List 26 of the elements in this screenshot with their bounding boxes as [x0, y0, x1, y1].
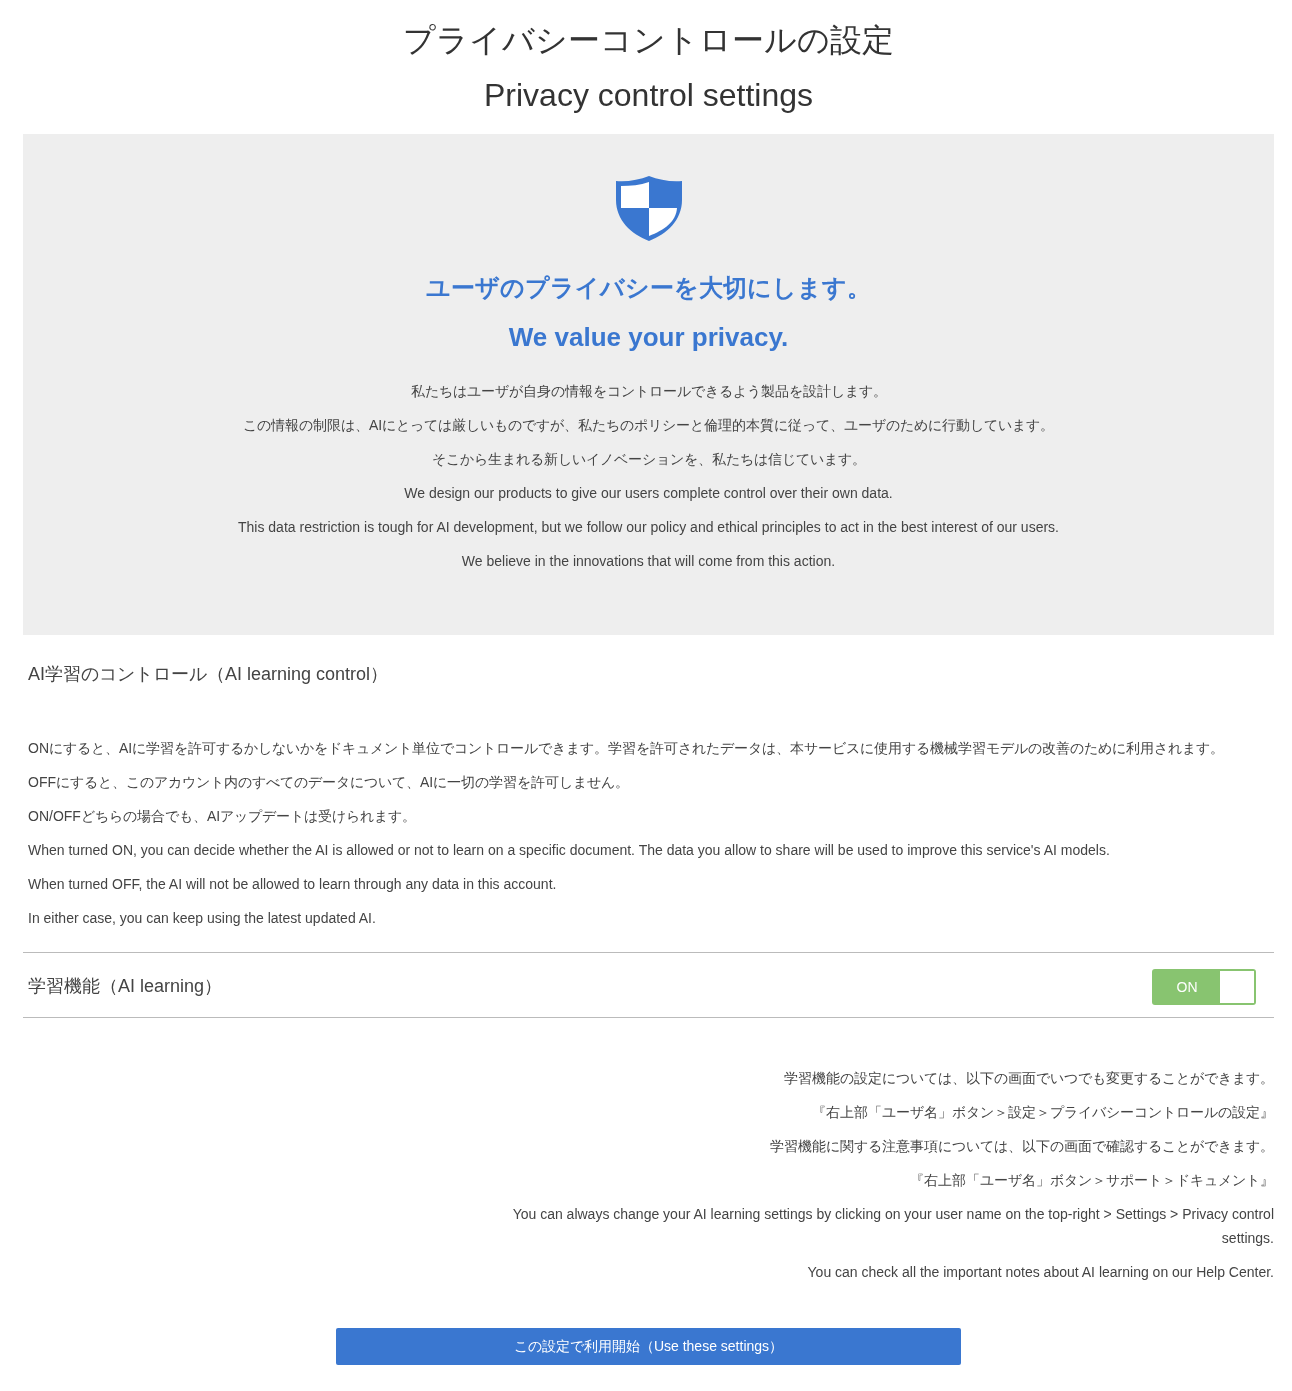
note-paragraph: You can always change your AI learning settings by clicking on your user name on the top-right > Settings > Privacy control settings.	[511, 1204, 1274, 1248]
section-paragraph: When turned ON, you can decide whether the AI is allowed or not to learn on a specific document. The data you allow to share will be used to improve this service's AI models.	[28, 840, 1111, 860]
page-title: プライバシーコントロールの設定	[402, 21, 895, 60]
privacy-heading: ユーザのプライバシーを大切にします。	[425, 272, 872, 303]
note-paragraph: 『右上部「ユーザ名」ボタン＞サポート＞ドキュメント』	[909, 1170, 1274, 1190]
setting-label: 学習機能（AI learning）	[28, 975, 223, 999]
privacy-heading: We value your privacy.	[507, 320, 790, 354]
section-paragraph: ON/OFFどちらの場合でも、AIアップデートは受けられます。	[28, 806, 418, 826]
hero-paragraph: 私たちはユーザが自身の情報をコントロールできるよう製品を設計します。	[409, 381, 888, 401]
hero-paragraph: We design our products to give our users complete control over their own data.	[403, 483, 894, 503]
note-paragraph: You can check all the important notes about AI learning on our Help Center.	[806, 1262, 1274, 1282]
page-subtitle: Privacy control settings	[483, 75, 814, 115]
note-paragraph: 学習機能の設定については、以下の画面でいつでも変更することができます。	[783, 1068, 1274, 1088]
section-paragraph: ONにすると、AIに学習を許可するかしないかをドキュメント単位でコントロールできます。学習を許可されたデータは、本サービスに使用する機械学習モデルの改善のために利用されます。	[28, 738, 1226, 758]
hero-paragraph: We believe in the innovations that will come from this action.	[460, 551, 837, 571]
note-paragraph: 『右上部「ユーザ名」ボタン＞設定＞プライバシーコントロールの設定』	[811, 1102, 1274, 1122]
section-paragraph: When turned OFF, the AI will not be allowed to learn through any data in this account.	[28, 874, 558, 894]
note-paragraph: 学習機能に関する注意事項については、以下の画面で確認することができます。	[769, 1136, 1274, 1156]
hero-paragraph: この情報の制限は、AIにとっては厳しいものですが、私たちのポリシーと倫理的本質に従って、ユーザのために行動しています。	[241, 415, 1056, 435]
shield-icon	[613, 173, 684, 242]
hero-paragraph: そこから生まれる新しいイノベーションを、私たちは信じています。	[430, 449, 867, 469]
hero-paragraph: This data restriction is tough for AI development, but we follow our policy and ethical principles to act in the best interest of our users.	[237, 517, 1060, 537]
submit-button[interactable]: この設定で利用開始（Use these settings）	[336, 1327, 961, 1365]
section-paragraph: OFFにすると、このアカウント内のすべてのデータについて、AIに一切の学習を許可しません。	[28, 772, 631, 792]
section-paragraph: In either case, you can keep using the latest updated AI.	[28, 908, 377, 928]
section-title: AI学習のコントロール（AI learning control）	[28, 662, 390, 686]
